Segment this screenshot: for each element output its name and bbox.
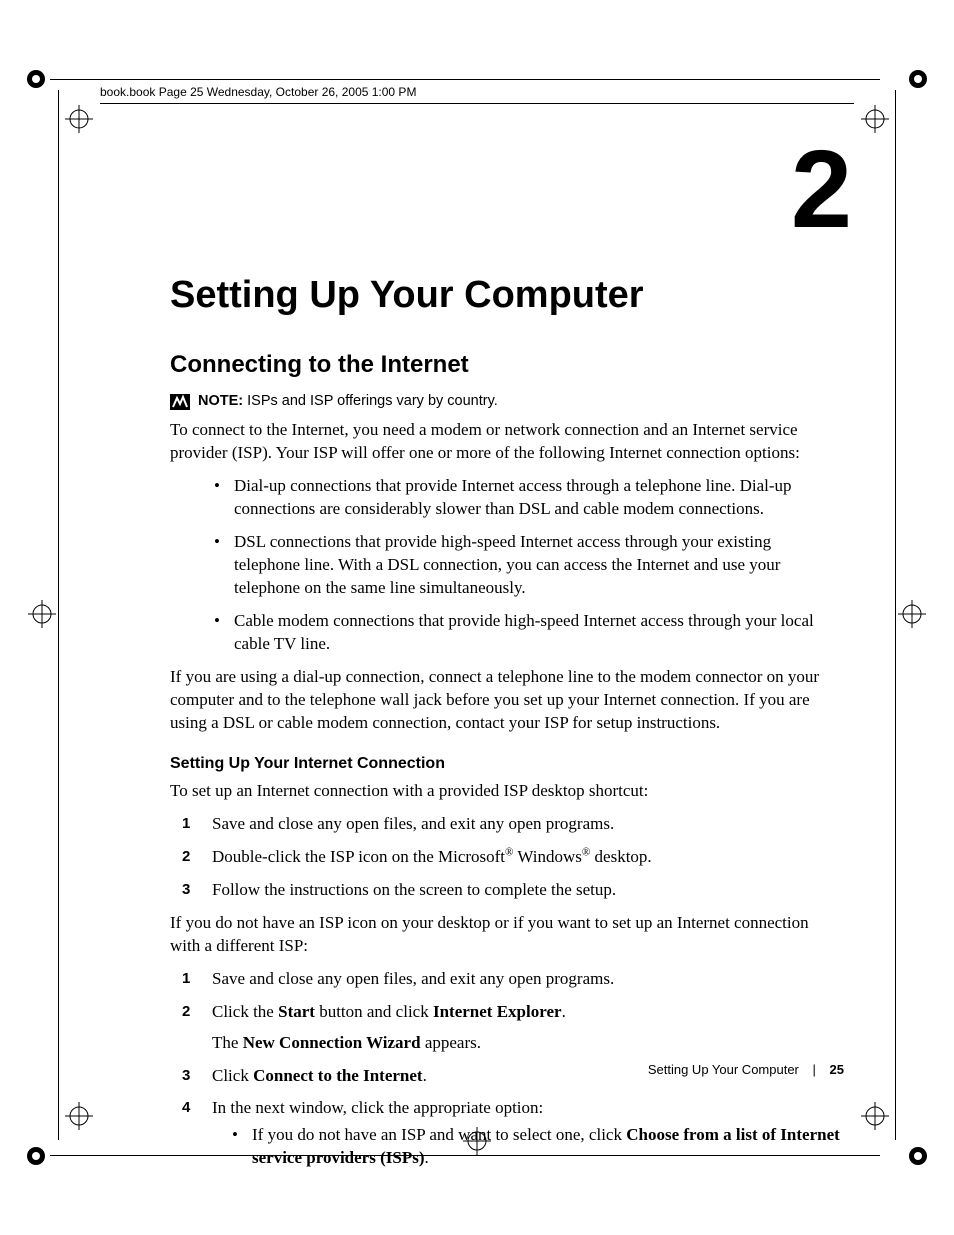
text: desktop. [590, 847, 651, 866]
text: The [212, 1033, 243, 1052]
page-number: 25 [830, 1062, 844, 1077]
bold-text: New Connection Wizard [243, 1033, 421, 1052]
paragraph: If you do not have an ISP icon on your d… [170, 912, 840, 958]
text: . [562, 1002, 566, 1021]
list-item: Cable modem connections that provide hig… [200, 610, 840, 656]
text: Windows [513, 847, 581, 866]
bold-text: Start [278, 1002, 315, 1021]
bold-text: Internet Explorer [433, 1002, 562, 1021]
list-item: Save and close any open files, and exit … [178, 968, 840, 991]
registration-icon [65, 105, 93, 133]
note-body: ISPs and ISP offerings vary by country. [243, 393, 498, 409]
section-heading: Connecting to the Internet [170, 349, 840, 381]
list-item: Save and close any open files, and exit … [178, 813, 840, 836]
nested-bullet-list: If you do not have an ISP and want to se… [212, 1124, 840, 1170]
crop-mark-icon [907, 68, 929, 90]
paragraph: To set up an Internet connection with a … [170, 780, 840, 803]
registration-icon [65, 1102, 93, 1130]
paragraph: The New Connection Wizard appears. [212, 1032, 840, 1055]
note-icon [170, 394, 190, 410]
list-item: Dial-up connections that provide Interne… [200, 475, 840, 521]
list-item: In the next window, click the appropriat… [178, 1097, 840, 1170]
text: Double-click the ISP icon on the Microso… [212, 847, 505, 866]
list-item: Follow the instructions on the screen to… [178, 879, 840, 902]
list-item: If you do not have an ISP and want to se… [218, 1124, 840, 1170]
paragraph: If you are using a dial-up connection, c… [170, 666, 840, 735]
footer-separator: | [813, 1062, 816, 1077]
subsection-heading: Setting Up Your Internet Connection [170, 753, 840, 775]
crop-mark-icon [907, 1145, 929, 1167]
crop-mark-icon [25, 1145, 47, 1167]
bullet-list: Dial-up connections that provide Interne… [170, 475, 840, 656]
page-title: Setting Up Your Computer [170, 270, 840, 321]
running-head: book.book Page 25 Wednesday, October 26,… [100, 85, 854, 104]
chapter-number: 2 [791, 135, 852, 245]
registration-icon [861, 105, 889, 133]
note-block: NOTE: ISPs and ISP offerings vary by cou… [170, 392, 840, 412]
list-item: DSL connections that provide high-speed … [200, 531, 840, 600]
text: button and click [315, 1002, 433, 1021]
text: appears. [421, 1033, 481, 1052]
list-item: Double-click the ISP icon on the Microso… [178, 846, 840, 869]
ordered-list: Save and close any open files, and exit … [170, 813, 840, 902]
registration-icon [861, 1102, 889, 1130]
text: . [425, 1148, 429, 1167]
crop-mark-icon [25, 68, 47, 90]
text: If you do not have an ISP and want to se… [252, 1125, 626, 1144]
page-footer: Setting Up Your Computer | 25 [170, 1062, 844, 1077]
note-label: NOTE: [198, 393, 243, 409]
list-item: Click the Start button and click Interne… [178, 1001, 840, 1055]
footer-section: Setting Up Your Computer [648, 1062, 799, 1077]
registration-icon [898, 600, 926, 628]
page-body: Setting Up Your Computer Connecting to t… [170, 270, 840, 1180]
note-text: NOTE: ISPs and ISP offerings vary by cou… [198, 392, 498, 412]
registration-icon [28, 600, 56, 628]
paragraph: To connect to the Internet, you need a m… [170, 419, 840, 465]
text: Click the [212, 1002, 278, 1021]
text: In the next window, click the appropriat… [212, 1098, 543, 1117]
